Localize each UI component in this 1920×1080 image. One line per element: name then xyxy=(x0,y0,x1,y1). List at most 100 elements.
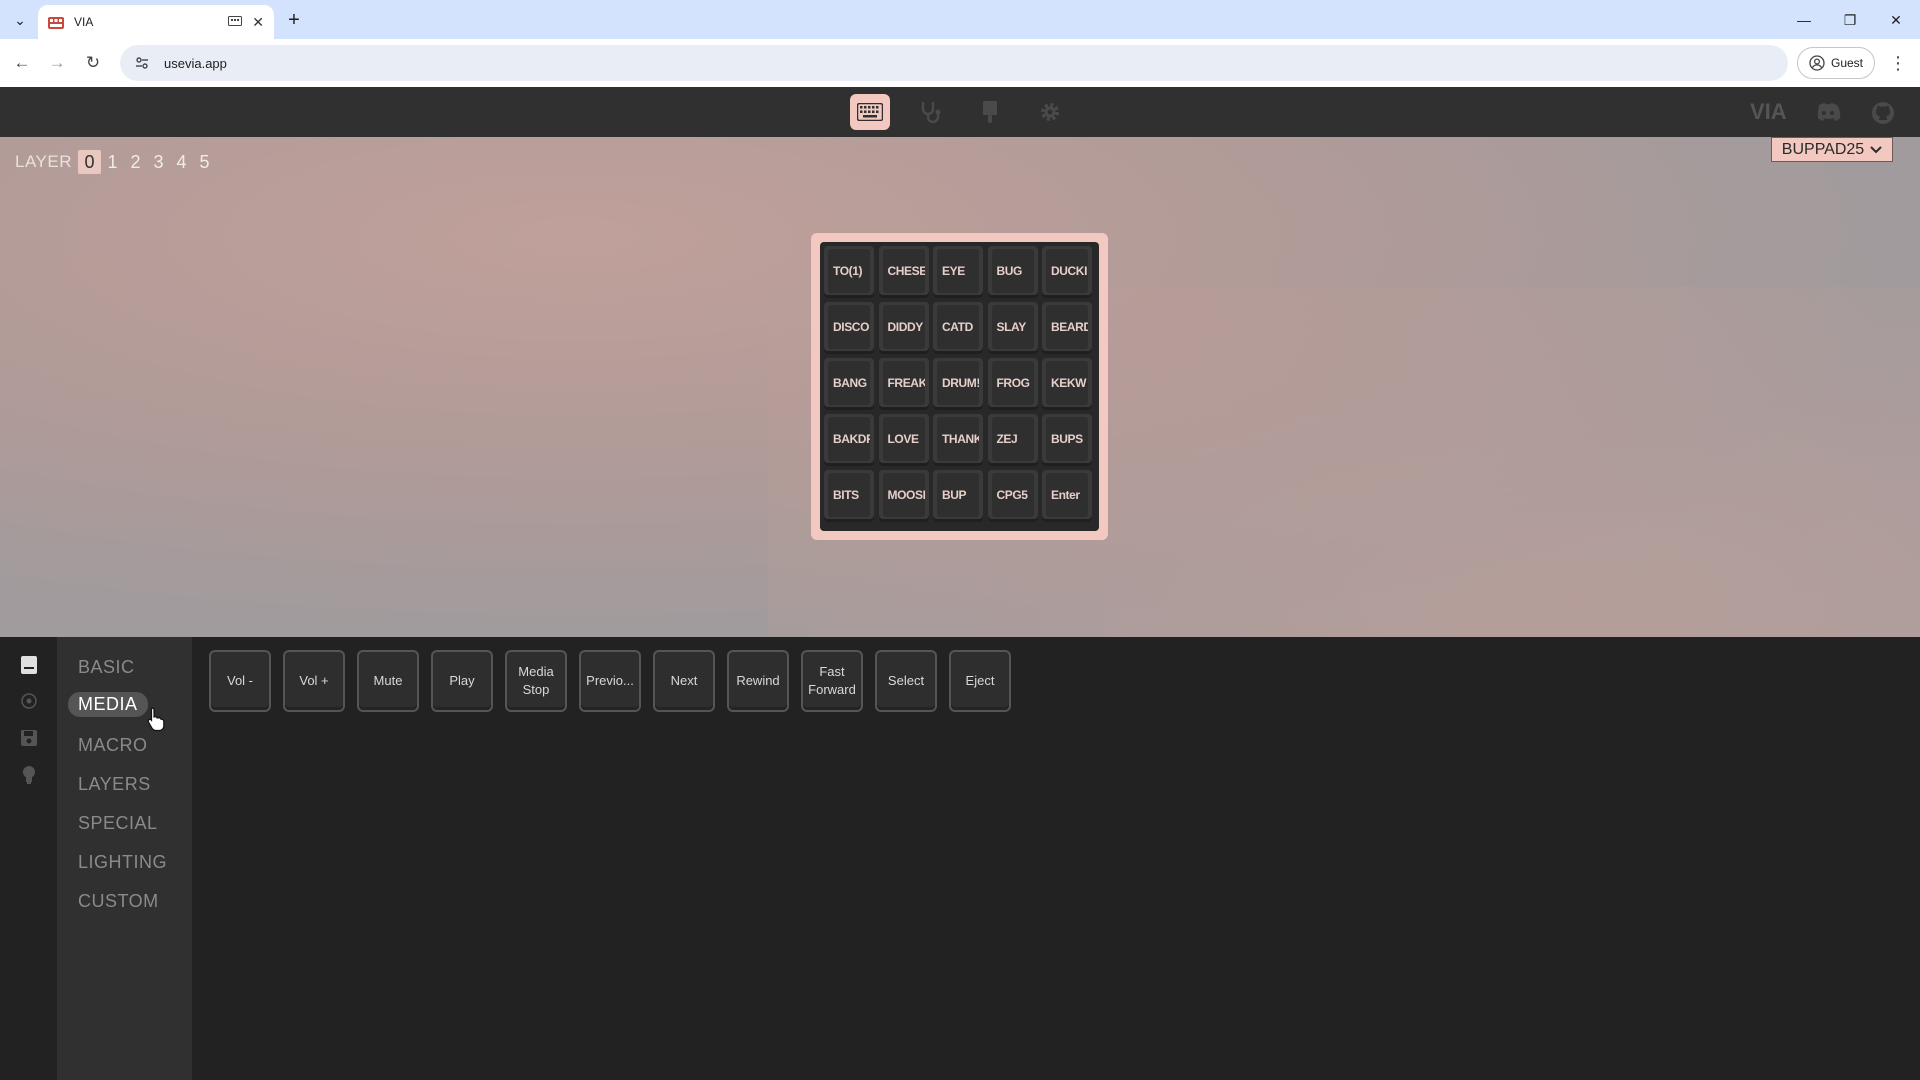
key-cap: BANG xyxy=(828,361,870,405)
address-bar[interactable]: usevia.app xyxy=(120,45,1788,81)
keymap-key[interactable]: SLAY xyxy=(987,302,1038,354)
reload-icon[interactable]: ↻ xyxy=(81,51,105,75)
media-keycode-button[interactable]: Select xyxy=(875,650,937,712)
keycode-label: Vol + xyxy=(299,673,329,688)
restore-icon[interactable]: ❐ xyxy=(1827,6,1873,34)
layer-3-button[interactable]: 3 xyxy=(147,150,170,174)
media-keycode-button[interactable]: Fast Forward xyxy=(801,650,863,712)
keymap-key[interactable]: BEARD xyxy=(1042,302,1092,354)
media-keycode-button[interactable]: Previo... xyxy=(579,650,641,712)
media-keycode-button[interactable]: Media Stop xyxy=(505,650,567,712)
configure-keyboard-icon[interactable] xyxy=(850,94,890,130)
menu-item-macro[interactable]: MACRO xyxy=(78,735,148,756)
key-cap: DISCO xyxy=(828,305,870,349)
keymap-key[interactable]: FROG xyxy=(987,358,1038,410)
media-keycode-button[interactable]: Eject xyxy=(949,650,1011,712)
keymap-key[interactable]: CHESE xyxy=(878,246,929,298)
menu-item-layers[interactable]: LAYERS xyxy=(78,774,151,795)
key-label: KEKW xyxy=(1051,376,1087,390)
keymap-key[interactable]: BUG xyxy=(987,246,1038,298)
via-logo[interactable]: VIA xyxy=(1750,99,1787,125)
profile-button[interactable]: Guest xyxy=(1797,47,1875,79)
keymap-key[interactable]: TO(1) xyxy=(824,246,874,298)
layer-label: LAYER xyxy=(15,152,72,171)
design-paintbrush-icon[interactable] xyxy=(970,94,1010,130)
key-label: BITS xyxy=(833,488,859,502)
browser-toolbar: ← → ↻ usevia.app Guest ⋮ xyxy=(0,39,1920,87)
tab-search-chevron-icon[interactable]: ⌄ xyxy=(8,8,32,32)
menu-item-special[interactable]: SPECIAL xyxy=(78,813,158,834)
key-label: BANG xyxy=(833,376,867,390)
lighting-bulb-icon[interactable] xyxy=(18,764,40,786)
minimize-icon[interactable]: — xyxy=(1781,6,1827,34)
keymap-key[interactable]: DRUM! xyxy=(933,358,983,410)
new-tab-plus-icon[interactable]: + xyxy=(282,8,306,32)
keymap-key[interactable]: LOVE xyxy=(878,414,929,466)
keymap-key[interactable]: THANK xyxy=(933,414,983,466)
settings-gear-icon[interactable] xyxy=(1030,94,1070,130)
menu-item-lighting[interactable]: LIGHTING xyxy=(78,852,167,873)
media-keycode-button[interactable]: Next xyxy=(653,650,715,712)
menu-item-custom[interactable]: CUSTOM xyxy=(78,891,159,912)
save-load-disk-icon[interactable] xyxy=(18,727,40,749)
key-label: BEARD xyxy=(1051,320,1088,334)
tab-media-icon[interactable] xyxy=(228,15,243,29)
keymap-key[interactable]: KEKW xyxy=(1042,358,1092,410)
keymap-key[interactable]: DIDDY xyxy=(878,302,929,354)
back-arrow-icon[interactable]: ← xyxy=(10,51,34,75)
keymap-key[interactable]: BAKDR xyxy=(824,414,874,466)
macros-circle-icon[interactable] xyxy=(18,690,40,712)
keymap-key[interactable]: EYE xyxy=(933,246,983,298)
keycode-label: Play xyxy=(449,673,475,688)
keymap-document-icon[interactable] xyxy=(18,654,40,676)
keyboard-select-dropdown[interactable]: BUPPAD25 xyxy=(1771,137,1893,162)
key-label: MOOSI xyxy=(887,488,925,502)
keymap-key[interactable]: CPG5 xyxy=(987,470,1038,522)
github-icon[interactable] xyxy=(1863,95,1903,131)
site-info-icon[interactable] xyxy=(134,55,150,71)
chevron-down-icon xyxy=(1870,145,1882,153)
key-label: DIDDY xyxy=(887,320,924,334)
media-keycode-button[interactable]: Vol + xyxy=(283,650,345,712)
layer-0-button[interactable]: 0 xyxy=(78,150,101,174)
media-keycode-button[interactable]: Mute xyxy=(357,650,419,712)
key-label: FROG xyxy=(996,376,1030,390)
media-keycode-button[interactable]: Play xyxy=(431,650,493,712)
key-cap: SLAY xyxy=(991,305,1034,349)
keymap-key[interactable]: BUP xyxy=(933,470,983,522)
key-cap: BITS xyxy=(828,473,870,517)
keycode-label-line2: Forward xyxy=(808,682,856,697)
key-label: DUCKI xyxy=(1051,264,1087,278)
keymap-key[interactable]: DUCKI xyxy=(1042,246,1092,298)
media-keycode-button[interactable]: Vol - xyxy=(209,650,271,712)
layer-4-button[interactable]: 4 xyxy=(170,150,193,174)
kebab-menu-icon[interactable]: ⋮ xyxy=(1886,51,1910,75)
keymap-key[interactable]: BANG xyxy=(824,358,874,410)
key-cap: THANK xyxy=(937,417,979,461)
discord-icon[interactable] xyxy=(1808,95,1848,131)
keymap-key[interactable]: Enter xyxy=(1042,470,1092,522)
keymap-key[interactable]: MOOSI xyxy=(878,470,929,522)
menu-item-basic[interactable]: BASIC xyxy=(78,657,135,678)
browser-tab-via[interactable]: VIA ✕ xyxy=(38,5,274,39)
keymap-key[interactable]: BUPS xyxy=(1042,414,1092,466)
media-keycode-button[interactable]: Rewind xyxy=(727,650,789,712)
layer-5-button[interactable]: 5 xyxy=(193,150,216,174)
tab-close-icon[interactable]: ✕ xyxy=(252,14,264,31)
key-cap: ZEJ xyxy=(991,417,1034,461)
key-tester-stethoscope-icon[interactable] xyxy=(910,94,950,130)
close-window-icon[interactable]: ✕ xyxy=(1873,6,1919,34)
forward-arrow-icon[interactable]: → xyxy=(45,51,69,75)
keymap-key[interactable]: CATD xyxy=(933,302,983,354)
keymap-key[interactable]: BITS xyxy=(824,470,874,522)
keymap-key[interactable]: ZEJ xyxy=(987,414,1038,466)
key-label: CHESE xyxy=(887,264,925,278)
keymap-key[interactable]: FREAK xyxy=(878,358,929,410)
menu-item-media[interactable]: MEDIA xyxy=(68,692,148,717)
profile-icon xyxy=(1809,55,1825,71)
keyboard-frame: TO(1) CHESE EYE BUG DUCKI DISCO DIDDY CATD SLAY B… xyxy=(811,233,1108,540)
layer-2-button[interactable]: 2 xyxy=(124,150,147,174)
layer-1-button[interactable]: 1 xyxy=(101,150,124,174)
keymap-key[interactable]: DISCO xyxy=(824,302,874,354)
key-label: DRUM! xyxy=(942,376,979,390)
